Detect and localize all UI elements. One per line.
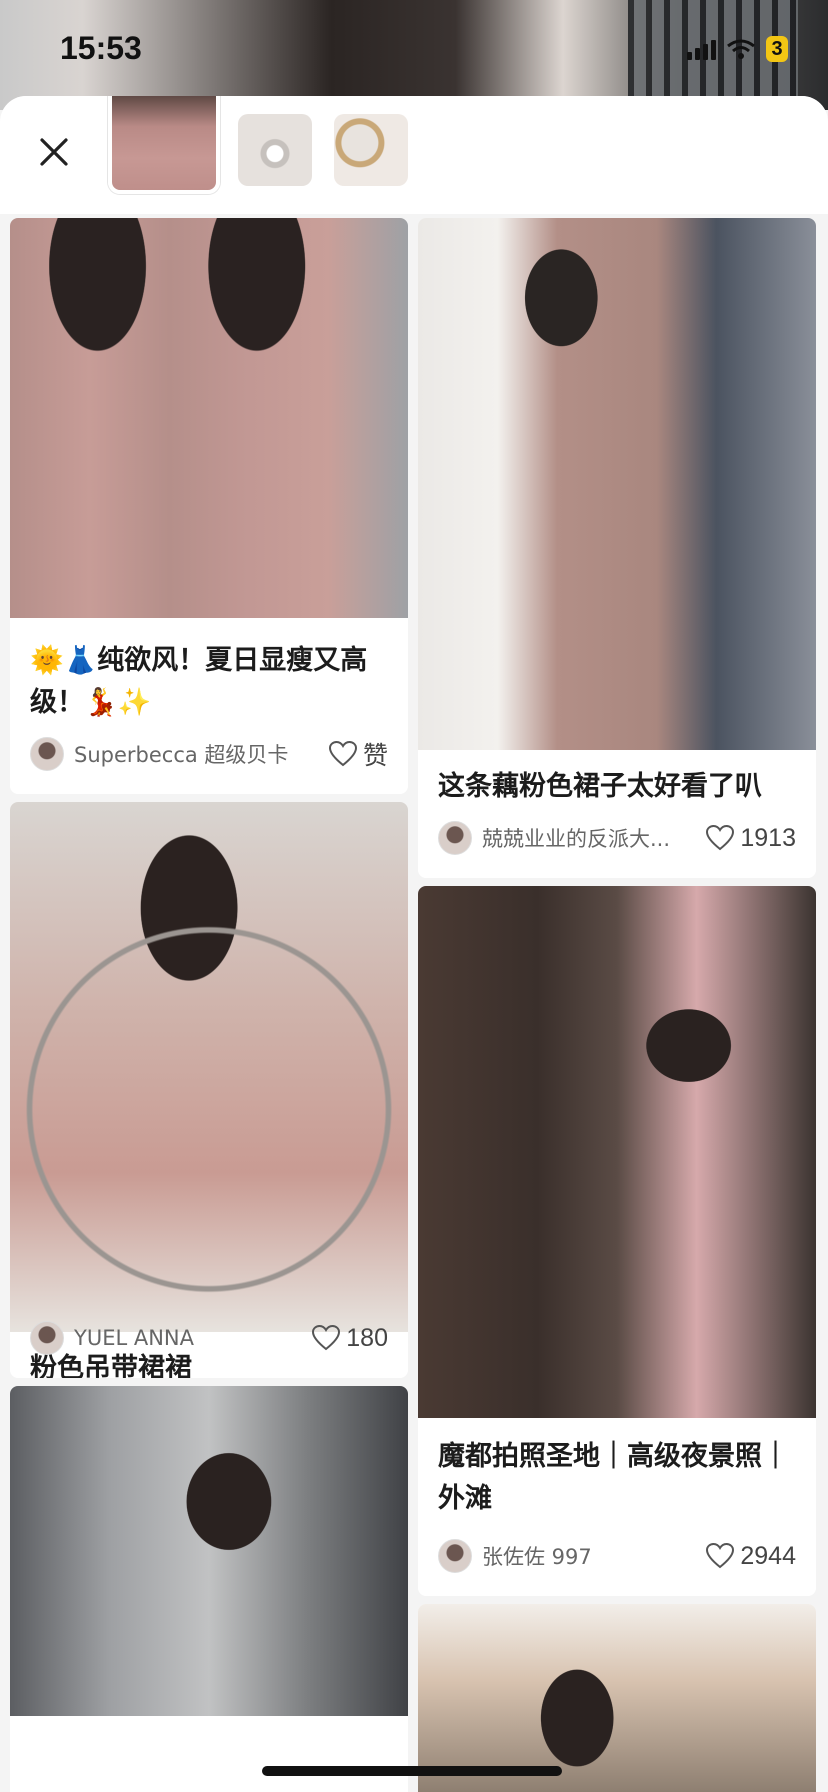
- card-title: 魔都拍照圣地｜高级夜景照｜外滩: [438, 1441, 789, 1514]
- feed-card[interactable]: [418, 1604, 816, 1792]
- like-button[interactable]: 赞: [328, 736, 388, 772]
- card-image[interactable]: [418, 886, 816, 1418]
- like-button[interactable]: 180: [312, 1324, 388, 1353]
- card-meta: Superbecca 超级贝卡 赞: [30, 736, 388, 772]
- like-button[interactable]: 1913: [706, 824, 796, 853]
- thumbnail-necklace[interactable]: [238, 114, 312, 186]
- author-name[interactable]: 兢兢业业的反派大...: [482, 823, 698, 853]
- card-meta: YUEL ANNA 180: [30, 1320, 388, 1356]
- card-title: 这条藕粉色裙子太好看了叭: [438, 771, 762, 802]
- author-name[interactable]: YUEL ANNA: [74, 1326, 304, 1350]
- avatar[interactable]: [438, 1539, 472, 1573]
- feed-card[interactable]: 粉色吊带裙裙 YUEL ANNA 180: [10, 802, 408, 1378]
- avatar[interactable]: [438, 821, 472, 855]
- close-icon[interactable]: [34, 132, 74, 172]
- similar-items-sheet: 🌞👗纯欲风！夏日显瘦又高级！💃✨ Superbecca 超级贝卡 赞 粉色吊带裙…: [0, 96, 828, 1792]
- avatar[interactable]: [30, 1321, 64, 1355]
- card-image[interactable]: [10, 218, 408, 618]
- feed-card[interactable]: 🌞👗纯欲风！夏日显瘦又高级！💃✨ Superbecca 超级贝卡 赞: [10, 218, 408, 794]
- status-time: 15:53: [60, 30, 142, 66]
- card-image[interactable]: [418, 1604, 816, 1792]
- heart-icon: [706, 825, 735, 851]
- heart-icon: [328, 741, 357, 767]
- card-title: 🌞👗纯欲风！夏日显瘦又高级！💃✨: [30, 645, 368, 718]
- thumbnail-dress[interactable]: [108, 96, 220, 194]
- author-name[interactable]: 张佐佐 997: [482, 1541, 698, 1571]
- like-count: 1913: [740, 823, 796, 852]
- status-bar: 15:53 3: [0, 0, 828, 100]
- author-name[interactable]: Superbecca 超级贝卡: [74, 739, 321, 769]
- home-indicator: [262, 1766, 562, 1776]
- card-image[interactable]: [10, 802, 408, 1332]
- avatar[interactable]: [30, 737, 64, 771]
- like-count: 赞: [362, 742, 388, 770]
- status-icons: 3: [687, 36, 788, 62]
- battery-indicator: 3: [766, 36, 788, 62]
- card-meta: 兢兢业业的反派大... 1913: [438, 820, 796, 856]
- wifi-icon: [727, 39, 755, 59]
- like-count: 2944: [740, 1541, 796, 1570]
- feed-card[interactable]: 这条藕粉色裙子太好看了叭 兢兢业业的反派大... 1913: [418, 218, 816, 878]
- like-button[interactable]: 2944: [706, 1542, 796, 1571]
- feed-card[interactable]: [10, 1386, 408, 1792]
- sheet-header: [0, 96, 828, 214]
- heart-icon: [312, 1325, 341, 1351]
- signal-icon: [687, 38, 716, 60]
- heart-icon: [706, 1543, 735, 1569]
- card-image[interactable]: [418, 218, 816, 750]
- thumbnail-bracelet[interactable]: [334, 114, 408, 186]
- card-image[interactable]: [10, 1386, 408, 1716]
- feed-card[interactable]: 魔都拍照圣地｜高级夜景照｜外滩 张佐佐 997 2944: [418, 886, 816, 1596]
- card-meta: 张佐佐 997 2944: [438, 1538, 796, 1574]
- like-count: 180: [346, 1323, 388, 1352]
